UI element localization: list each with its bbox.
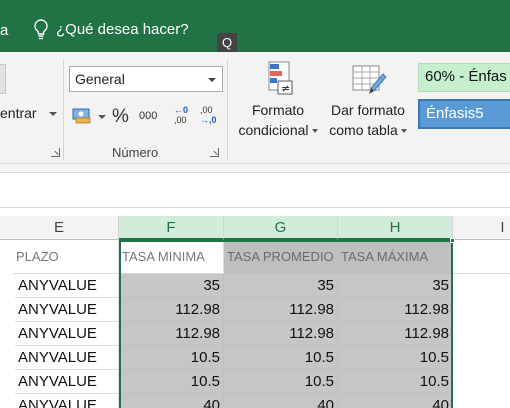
column-header-h[interactable]: H — [338, 216, 453, 240]
cell-tasa-minima[interactable]: 10.5 — [119, 370, 224, 394]
merge-center-button[interactable]: entrar — [0, 105, 37, 121]
conditional-format-line1: Formato — [251, 102, 305, 118]
cell-tasa-promedio[interactable]: 10.5 — [224, 370, 338, 394]
cell-tasa-minima[interactable]: 112.98 — [119, 322, 224, 346]
percent-style-button[interactable]: % — [112, 106, 129, 128]
svg-text:≠: ≠ — [281, 82, 290, 95]
cell-tasa-minima[interactable]: 112.98 — [119, 298, 224, 322]
increase-decimal-bottom: ,00 — [174, 115, 187, 125]
number-format-select[interactable]: General — [69, 66, 223, 92]
number-format-value: General — [75, 71, 125, 87]
cell-tasa-maxima[interactable]: 112.98 — [338, 298, 453, 322]
conditional-format-line2: condicional — [238, 122, 309, 138]
conditional-format-icon: ≠ — [268, 61, 293, 95]
column-header-e[interactable]: E — [0, 216, 119, 240]
format-as-table-line1: Dar formato — [331, 102, 405, 118]
column-header-f[interactable]: F — [119, 216, 224, 240]
excel-window: a ¿Qué desea hacer? Q entrar General % 0… — [0, 0, 510, 408]
increase-decimal-top: ←0 — [174, 105, 189, 115]
cell-tasa-minima[interactable]: 40 — [119, 394, 224, 408]
cell-plazo[interactable]: ANYVALUE — [15, 322, 119, 346]
decrease-decimal-bottom: →,0 — [200, 115, 217, 125]
cell-style-60pct-accent[interactable]: 60% - Énfas — [418, 63, 510, 92]
cell-plazo[interactable]: ANYVALUE — [15, 274, 119, 298]
header-cell-tasa-maxima[interactable]: TASA MÁXIMA — [338, 240, 453, 274]
group-separator — [227, 60, 228, 160]
chevron-down-icon[interactable] — [49, 112, 57, 116]
chevron-down-icon — [400, 129, 407, 134]
header-cell-plazo[interactable]: PLAZO — [13, 240, 119, 274]
cell-style-accent5[interactable]: Énfasis5 — [418, 99, 510, 129]
format-as-table-icon — [352, 65, 387, 94]
cell-tasa-minima[interactable]: 10.5 — [119, 346, 224, 370]
format-as-table-line2: como tabla — [329, 122, 398, 138]
lightbulb-icon — [34, 19, 48, 40]
cell-plazo[interactable]: ANYVALUE — [15, 394, 119, 408]
cell-tasa-maxima[interactable]: 40 — [338, 394, 453, 408]
alignment-dialog-launcher-icon[interactable] — [51, 148, 60, 157]
chevron-down-icon — [208, 78, 216, 82]
cell-tasa-maxima[interactable]: 10.5 — [338, 370, 453, 394]
empty-cell[interactable] — [453, 240, 510, 274]
keytip-badge: Q — [217, 33, 237, 53]
cell-tasa-maxima[interactable]: 35 — [338, 274, 453, 298]
increase-decimal-button[interactable]: ←0 ,00 — [174, 105, 194, 131]
comma-style-button[interactable]: 000 — [139, 110, 157, 122]
grid-top-gap — [0, 208, 510, 216]
accounting-format-icon[interactable] — [72, 104, 94, 126]
ribbon: entrar General % 000 ←0 ,00 ,00 →,0 Núme… — [0, 52, 510, 164]
ribbon-gap — [0, 164, 510, 172]
chevron-down-icon[interactable] — [98, 115, 106, 119]
cell-tasa-promedio[interactable]: 40 — [224, 394, 338, 408]
column-header-g[interactable]: G — [224, 216, 338, 240]
cell-tasa-promedio[interactable]: 112.98 — [224, 322, 338, 346]
column-header-i[interactable]: I — [453, 216, 510, 240]
cell-tasa-promedio[interactable]: 10.5 — [224, 346, 338, 370]
cell-tasa-promedio[interactable]: 112.98 — [224, 298, 338, 322]
fill-handle[interactable] — [450, 238, 455, 243]
conditional-format-button[interactable]: ≠ Formato condicional — [232, 60, 324, 140]
formula-bar[interactable] — [0, 172, 510, 208]
group-separator — [63, 60, 64, 160]
chevron-down-icon — [311, 129, 318, 134]
cell-plazo[interactable]: ANYVALUE — [15, 298, 119, 322]
format-as-table-button[interactable]: Dar formato como tabla — [324, 60, 412, 140]
cell-tasa-maxima[interactable]: 10.5 — [338, 346, 453, 370]
title-bar: a ¿Qué desea hacer? Q — [0, 0, 510, 53]
header-cell-tasa-promedio[interactable]: TASA PROMEDIO — [224, 240, 338, 274]
cell-tasa-maxima[interactable]: 112.98 — [338, 322, 453, 346]
cell-tasa-minima[interactable]: 35 — [119, 274, 224, 298]
cell-plazo[interactable]: ANYVALUE — [15, 346, 119, 370]
tell-me-search[interactable]: ¿Qué desea hacer? — [32, 18, 189, 40]
header-cell-tasa-minima[interactable]: TASA MINIMA — [119, 240, 224, 274]
tell-me-label: ¿Qué desea hacer? — [56, 20, 189, 38]
cell-tasa-promedio[interactable]: 35 — [224, 274, 338, 298]
decrease-decimal-button[interactable]: ,00 →,0 — [200, 105, 220, 131]
wrap-text-button-cut[interactable] — [0, 64, 6, 94]
decrease-decimal-top: ,00 — [200, 105, 213, 115]
number-group-label: Número — [112, 145, 159, 160]
tab-cut-label[interactable]: a — [0, 22, 8, 39]
number-dialog-launcher-icon[interactable] — [210, 148, 219, 157]
cell-plazo[interactable]: ANYVALUE — [15, 370, 119, 394]
